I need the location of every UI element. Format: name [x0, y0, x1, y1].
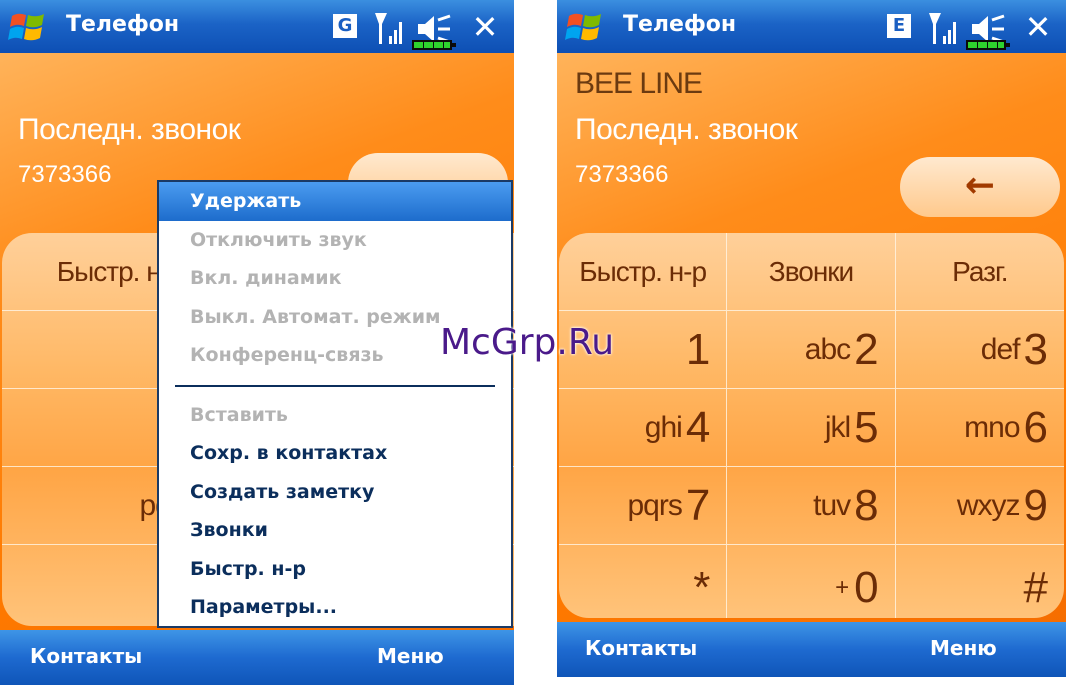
windows-start-icon[interactable] — [8, 8, 48, 46]
phone-number: 7373366 — [575, 161, 669, 188]
backspace-button[interactable]: ← — [900, 157, 1060, 217]
menu-separator — [159, 375, 511, 396]
signal-strength-icon[interactable] — [928, 10, 958, 48]
menu-item-mute[interactable]: Отключить звук — [159, 221, 511, 260]
title-bar: Телефон E ✕ — [557, 0, 1066, 53]
phone-screen-left: Телефон G ✕ Последн. звонок 7373366 Быст… — [0, 0, 514, 685]
watermark: McGrp.Ru — [440, 322, 615, 363]
menu-item-paste[interactable]: Вставить — [159, 396, 511, 435]
menu-item-speed-dial[interactable]: Быстр. н-р — [159, 550, 511, 589]
close-icon[interactable]: ✕ — [1019, 8, 1057, 46]
app-title: Телефон — [623, 12, 737, 37]
call-log-button[interactable]: Звонки — [727, 233, 896, 311]
phone-number: 7373366 — [18, 161, 112, 188]
key-9[interactable]: wxyz 9 — [895, 467, 1064, 545]
softkey-bar: Контакты Меню — [557, 622, 1066, 677]
signal-strength-icon[interactable] — [374, 10, 404, 48]
key-8[interactable]: tuv 8 — [727, 467, 896, 545]
talk-button[interactable]: Разг. — [895, 233, 1064, 311]
dialpad: Быстр. н-р Звонки Разг. 1 abc 2 def 3 ghi 4… — [559, 233, 1064, 618]
contacts-softkey[interactable]: Контакты — [585, 636, 697, 660]
back-arrow-icon: ← — [964, 165, 996, 206]
phone-screen-right: Телефон E ✕ BEE LINE Последн. звонок 737… — [557, 0, 1066, 677]
speed-dial-button[interactable]: Быстр. н-р — [559, 233, 728, 311]
menu-item-save-to-contacts[interactable]: Сохр. в контактах — [159, 434, 511, 473]
menu-softkey[interactable]: Меню — [930, 636, 997, 660]
title-bar: Телефон G ✕ — [0, 0, 514, 53]
close-icon[interactable]: ✕ — [466, 8, 504, 46]
last-call-label: Последн. звонок — [18, 113, 241, 146]
key-7[interactable]: pqrs7 — [559, 467, 728, 545]
carrier-name: BEE LINE — [575, 67, 703, 100]
menu-item-options[interactable]: Параметры... — [159, 588, 511, 627]
battery-icon — [412, 40, 456, 50]
menu-softkey[interactable]: Меню — [377, 644, 444, 668]
key-5[interactable]: jkl 5 — [727, 389, 896, 467]
key-3[interactable]: def 3 — [895, 311, 1064, 389]
app-title: Телефон — [66, 12, 180, 37]
softkey-bar: Контакты Меню — [0, 630, 514, 685]
network-type-icon: E — [887, 14, 911, 38]
key-star[interactable]: * — [559, 545, 728, 618]
call-panel: BEE LINE Последн. звонок 7373366 ← Быстр… — [557, 53, 1066, 622]
key-0[interactable]: +0 — [727, 545, 896, 618]
menu-item-speaker-on[interactable]: Вкл. динамик — [159, 259, 511, 298]
network-type-icon: G — [333, 14, 357, 38]
windows-start-icon[interactable] — [565, 8, 605, 46]
contacts-softkey[interactable]: Контакты — [30, 644, 142, 668]
key-hash[interactable]: # — [896, 545, 1064, 618]
key-2[interactable]: abc 2 — [727, 311, 896, 389]
battery-icon — [966, 40, 1010, 50]
menu-item-hold[interactable]: Удержать — [159, 182, 511, 221]
context-menu: Удержать Отключить звук Вкл. динамик Вык… — [157, 180, 513, 628]
last-call-label: Последн. звонок — [575, 113, 798, 146]
menu-item-create-note[interactable]: Создать заметку — [159, 473, 511, 512]
menu-item-call-log[interactable]: Звонки — [159, 511, 511, 550]
key-4[interactable]: ghi4 — [559, 389, 728, 467]
key-6[interactable]: mno 6 — [895, 389, 1064, 467]
